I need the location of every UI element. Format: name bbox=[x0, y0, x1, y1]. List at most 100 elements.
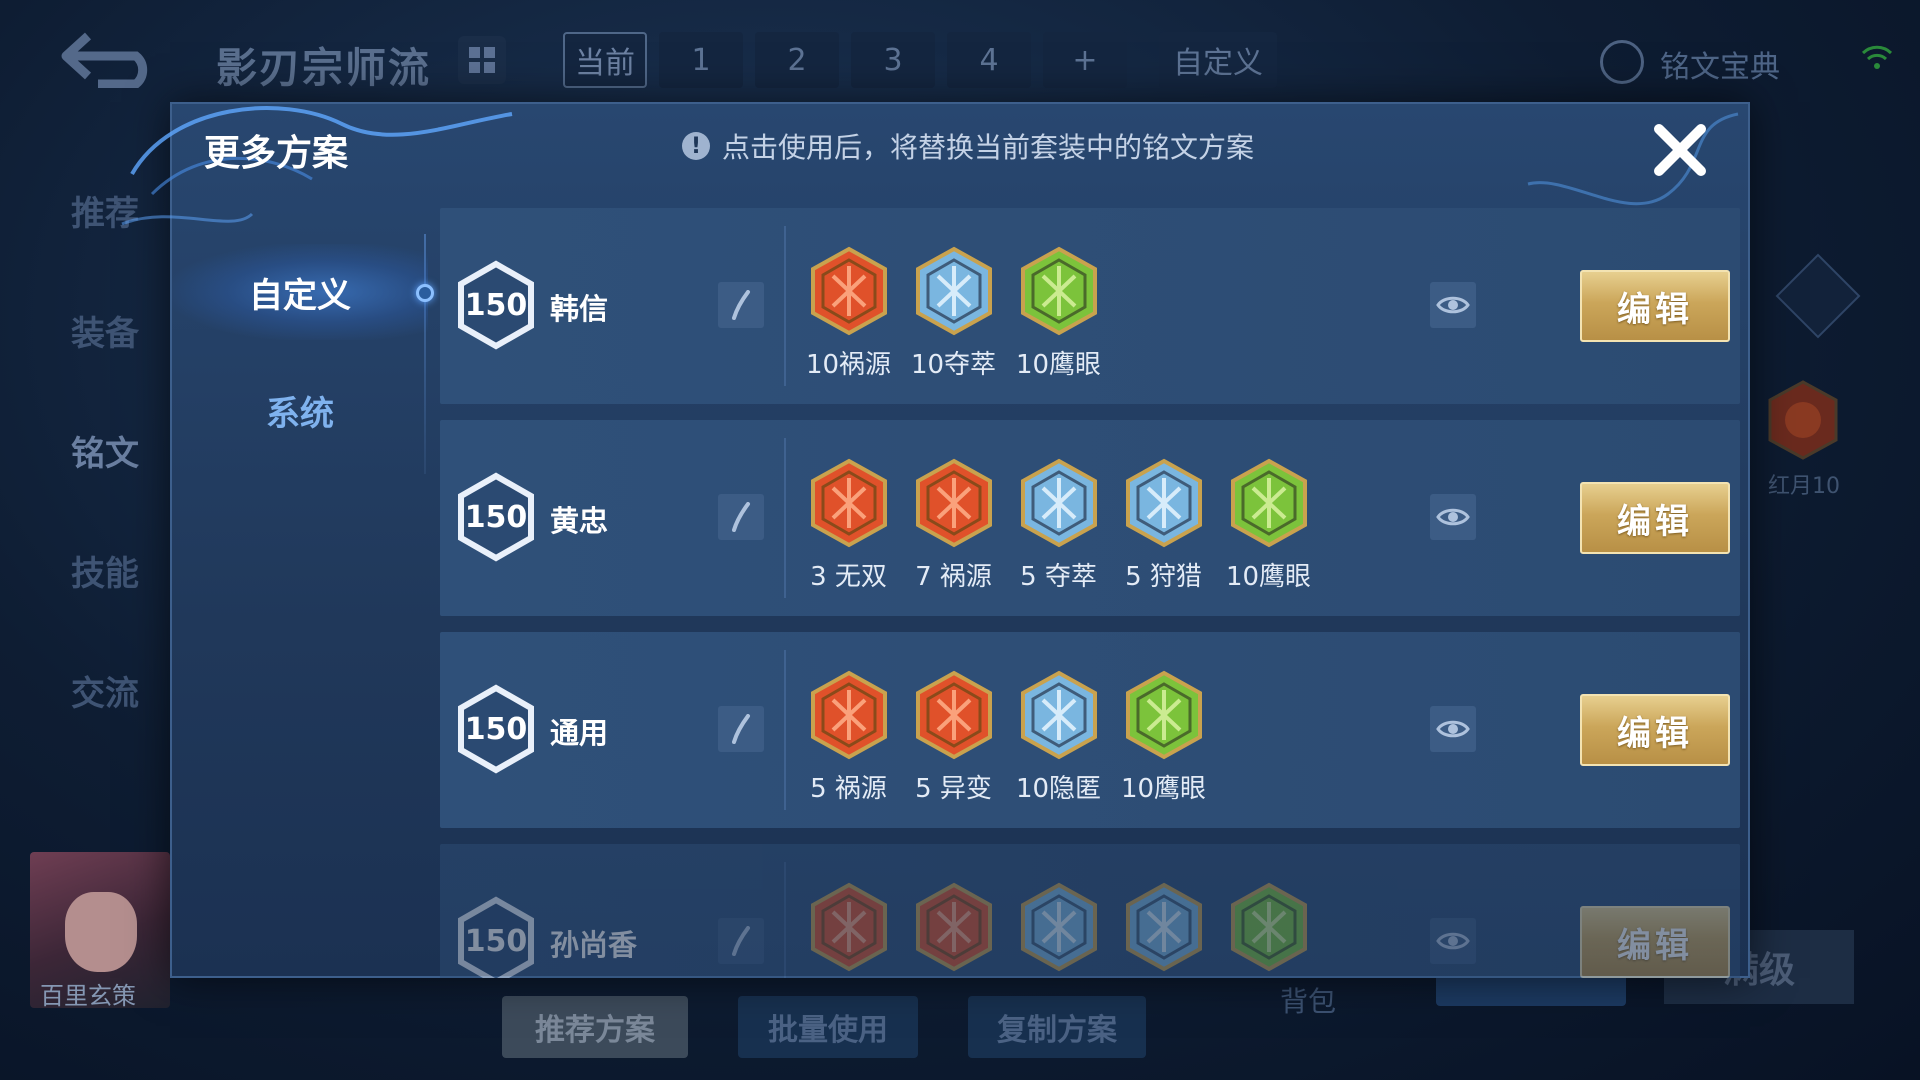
tab-system-plans[interactable]: 系统 bbox=[172, 362, 428, 458]
rune-slot: 10隐匿 bbox=[1006, 670, 1111, 805]
rune-gem-icon[interactable] bbox=[1768, 380, 1838, 460]
rune-count-label: 5 祸源 bbox=[810, 774, 887, 804]
rune-slot bbox=[796, 882, 901, 978]
red-rune-icon bbox=[796, 458, 901, 548]
rune-slot: 10祸源 bbox=[796, 246, 901, 381]
wifi-icon bbox=[1861, 45, 1893, 69]
pen-icon bbox=[732, 290, 750, 320]
codex-link[interactable]: 铭文宝典 bbox=[1660, 42, 1780, 86]
row-divider bbox=[784, 650, 786, 810]
eye-icon bbox=[1436, 932, 1470, 950]
rune-slot: 5 狩猎 bbox=[1111, 458, 1216, 593]
replace-notice: ! 点击使用后，将替换当前套装中的铭文方案 bbox=[682, 126, 1254, 166]
edit-button[interactable]: 编辑 bbox=[1580, 906, 1730, 978]
pen-icon bbox=[732, 926, 750, 956]
rune-slot bbox=[1111, 882, 1216, 978]
plan-name: 通用 bbox=[550, 716, 609, 750]
pen-icon bbox=[732, 714, 750, 744]
nav-equipment[interactable]: 装备 bbox=[40, 270, 170, 390]
preview-button[interactable] bbox=[1430, 282, 1476, 328]
eye-icon bbox=[1436, 296, 1470, 314]
plan-row[interactable]: 150 韩信 10祸源 10夺萃 10鹰眼 编辑 bbox=[440, 208, 1740, 404]
tab-1[interactable]: 1 bbox=[659, 32, 743, 88]
nav-community[interactable]: 交流 bbox=[40, 630, 170, 750]
tab-add[interactable]: + bbox=[1043, 32, 1127, 88]
edit-button[interactable]: 编辑 bbox=[1580, 270, 1730, 342]
nav-skills[interactable]: 技能 bbox=[40, 510, 170, 630]
preview-button[interactable] bbox=[1430, 918, 1476, 964]
rune-list: 5 祸源 5 异变 10隐匿 10鹰眼 bbox=[796, 670, 1216, 805]
plan-level: 150 bbox=[464, 711, 528, 747]
green-rune-icon bbox=[1216, 882, 1321, 972]
rename-button[interactable] bbox=[718, 282, 764, 328]
rune-count-label: 5 狩猎 bbox=[1125, 562, 1202, 592]
rune-slot bbox=[901, 882, 1006, 978]
green-rune-icon bbox=[1216, 458, 1321, 548]
menu-icon[interactable] bbox=[1775, 253, 1861, 339]
rune-slot bbox=[1006, 882, 1111, 978]
info-icon: ! bbox=[682, 132, 710, 160]
rune-slot: 5 异变 bbox=[901, 670, 1006, 805]
preview-button[interactable] bbox=[1430, 494, 1476, 540]
rune-count-label: 10夺萃 bbox=[910, 350, 997, 380]
red-rune-icon bbox=[796, 882, 901, 972]
pen-icon bbox=[732, 502, 750, 532]
plan-row[interactable]: 150 通用 5 祸源 5 异变 10隐匿 10鹰眼 编辑 bbox=[440, 632, 1740, 828]
rename-button[interactable] bbox=[718, 706, 764, 752]
plan-row[interactable]: 150 黄忠 3 无双 7 祸源 5 夺萃 5 狩猎 10鹰眼 编辑 bbox=[440, 420, 1740, 616]
red-rune-icon bbox=[796, 670, 901, 760]
red-rune-icon bbox=[901, 458, 1006, 548]
rune-count-label: 10鹰眼 bbox=[1015, 350, 1102, 380]
red-rune-icon bbox=[796, 246, 901, 336]
row-divider bbox=[784, 226, 786, 386]
eye-icon bbox=[1436, 720, 1470, 738]
blue-rune-icon bbox=[901, 246, 1006, 336]
tab-3[interactable]: 3 bbox=[851, 32, 935, 88]
codex-icon[interactable] bbox=[1600, 40, 1644, 84]
blue-rune-icon bbox=[1111, 458, 1216, 548]
blue-rune-icon bbox=[1006, 670, 1111, 760]
plan-level: 150 bbox=[464, 287, 528, 323]
rune-slot: 3 无双 bbox=[796, 458, 901, 593]
nav-runes[interactable]: 铭文 bbox=[40, 390, 170, 510]
plan-level: 150 bbox=[464, 923, 528, 959]
grid-icon[interactable] bbox=[458, 36, 506, 84]
preview-button[interactable] bbox=[1430, 706, 1476, 752]
rune-count-label: 7 祸源 bbox=[915, 562, 992, 592]
active-tab-indicator bbox=[416, 284, 434, 302]
back-arrow-icon[interactable] bbox=[58, 28, 163, 88]
nav-recommend[interactable]: 推荐 bbox=[40, 150, 170, 270]
tab-4[interactable]: 4 bbox=[947, 32, 1031, 88]
edit-button[interactable]: 编辑 bbox=[1580, 482, 1730, 554]
red-rune-icon bbox=[901, 882, 1006, 972]
tab-2[interactable]: 2 bbox=[755, 32, 839, 88]
tab-custom[interactable]: 自定义 bbox=[1159, 32, 1277, 88]
rune-slot: 10夺萃 bbox=[901, 246, 1006, 381]
dialog-title: 更多方案 bbox=[204, 133, 349, 174]
rune-count-label: 5 异变 bbox=[915, 774, 992, 804]
rename-button[interactable] bbox=[718, 494, 764, 540]
recommend-plan-button[interactable]: 推荐方案 bbox=[502, 996, 688, 1058]
notice-text: 点击使用后，将替换当前套装中的铭文方案 bbox=[722, 131, 1255, 164]
plan-row[interactable]: 150 孙尚香 编辑 bbox=[440, 844, 1740, 978]
eye-icon bbox=[1436, 508, 1470, 526]
blue-rune-icon bbox=[1111, 882, 1216, 972]
close-button[interactable] bbox=[1650, 120, 1710, 180]
tab-custom-plans[interactable]: 自定义 bbox=[172, 244, 428, 340]
rune-count-label: 3 无双 bbox=[810, 562, 887, 592]
plan-name: 黄忠 bbox=[550, 504, 609, 538]
rune-count-label: 5 夺萃 bbox=[1020, 562, 1097, 592]
rune-slot: 10鹰眼 bbox=[1006, 246, 1111, 381]
plan-list[interactable]: 150 韩信 10祸源 10夺萃 10鹰眼 编辑 150 黄忠 3 无双 7 祸源 5 夺萃 5 狩猎… bbox=[440, 208, 1740, 978]
rune-slot bbox=[1216, 882, 1321, 978]
close-icon bbox=[1654, 124, 1706, 176]
rune-count-label: 10祸源 bbox=[805, 350, 892, 380]
tab-current[interactable]: 当前 bbox=[563, 32, 647, 88]
copy-plan-button[interactable]: 复制方案 bbox=[968, 996, 1146, 1058]
rune-count-label: 10鹰眼 bbox=[1120, 774, 1207, 804]
hero-name[interactable]: 百里玄策 bbox=[40, 976, 136, 1011]
row-divider bbox=[784, 862, 786, 978]
batch-use-button[interactable]: 批量使用 bbox=[738, 996, 918, 1058]
rename-button[interactable] bbox=[718, 918, 764, 964]
edit-button[interactable]: 编辑 bbox=[1580, 694, 1730, 766]
